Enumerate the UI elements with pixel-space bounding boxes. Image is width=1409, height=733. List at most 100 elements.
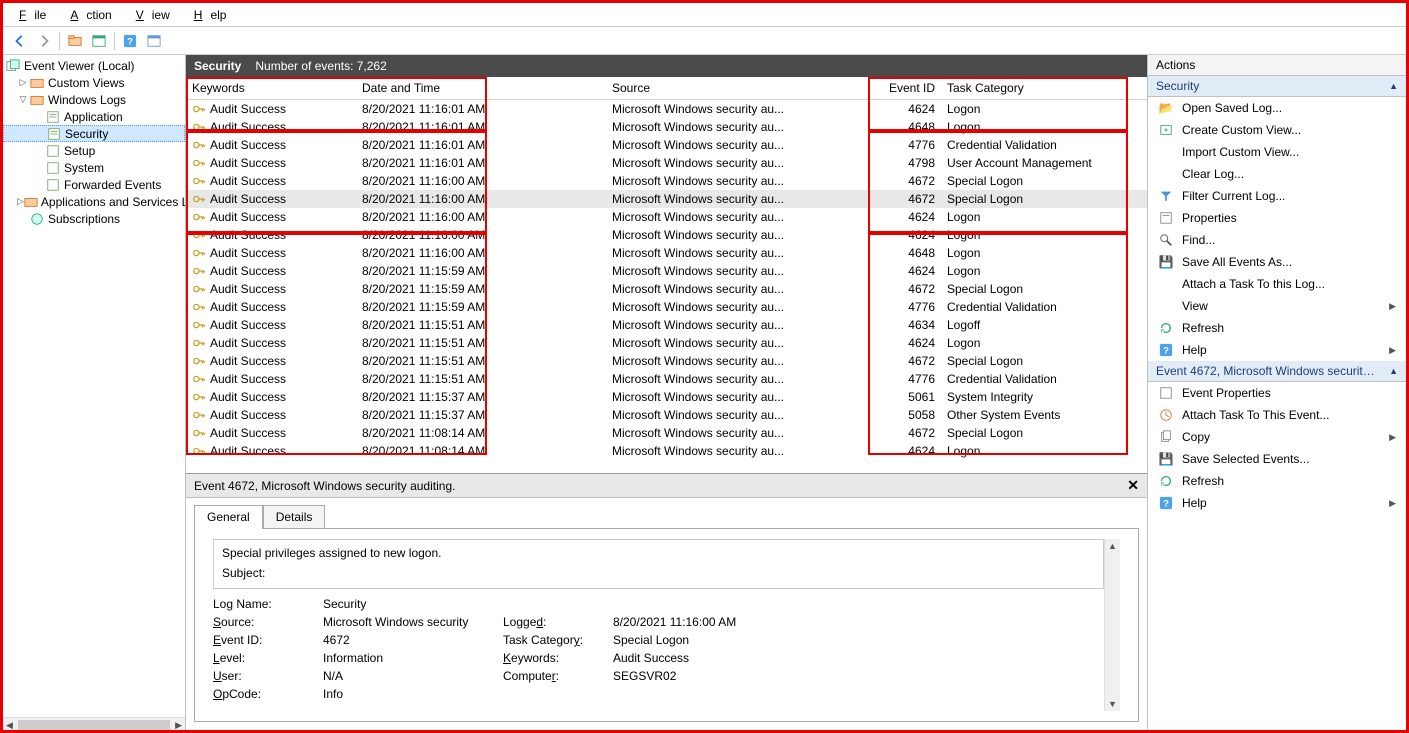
- table-row[interactable]: Audit Success8/20/2021 11:08:14 AMMicros…: [186, 442, 1147, 460]
- key-icon: [192, 120, 206, 134]
- nav-label: Subscriptions: [48, 212, 120, 226]
- cell-keywords: Audit Success: [210, 156, 286, 170]
- column-keywords[interactable]: Keywords: [186, 77, 356, 99]
- menu-action[interactable]: Action: [62, 6, 127, 24]
- action-refresh-2[interactable]: Refresh: [1148, 470, 1406, 492]
- folder-icon-button[interactable]: [64, 30, 86, 52]
- value: 8/20/2021 11:16:00 AM: [613, 615, 813, 629]
- submenu-icon: ▶: [1389, 498, 1396, 509]
- cell-source: Microsoft Windows security au...: [606, 440, 866, 462]
- cell-keywords: Audit Success: [210, 426, 286, 440]
- nav-subscriptions[interactable]: Subscriptions: [3, 210, 185, 227]
- log-icon: [46, 126, 62, 142]
- nav-label: Applications and Services Lo: [41, 195, 186, 209]
- action-copy[interactable]: Copy▶: [1148, 426, 1406, 448]
- menu-help[interactable]: Help: [186, 6, 243, 24]
- section-label: Security: [1156, 79, 1199, 93]
- label: OpCode:: [213, 687, 313, 701]
- nav-root[interactable]: Event Viewer (Local): [3, 57, 185, 74]
- close-icon[interactable]: ✕: [1127, 477, 1139, 494]
- actions-section-security[interactable]: Security▲: [1148, 76, 1406, 97]
- calendar-icon-button[interactable]: [88, 30, 110, 52]
- label: Computer:: [503, 669, 603, 683]
- tab-details[interactable]: Details: [263, 505, 326, 529]
- action-help-2[interactable]: ?Help▶: [1148, 492, 1406, 514]
- key-icon: [192, 102, 206, 116]
- tab-general[interactable]: General: [194, 505, 263, 529]
- action-attach-task-log[interactable]: Attach a Task To this Log...: [1148, 273, 1406, 295]
- menubar: File Action View Help: [3, 3, 1406, 27]
- detail-header: Event 4672, Microsoft Windows security a…: [186, 474, 1147, 498]
- event-list[interactable]: Keywords Date and Time Source Event ID T…: [186, 77, 1147, 473]
- cell-keywords: Audit Success: [210, 372, 286, 386]
- action-find[interactable]: Find...: [1148, 229, 1406, 251]
- expand-icon[interactable]: ▷: [17, 196, 24, 207]
- menu-view[interactable]: View: [128, 6, 186, 24]
- column-header-row: Keywords Date and Time Source Event ID T…: [186, 77, 1147, 100]
- forward-button[interactable]: [33, 30, 55, 52]
- find-icon: [1158, 232, 1174, 248]
- value: Info: [323, 687, 493, 701]
- nav-setup[interactable]: Setup: [3, 142, 185, 159]
- expand-icon[interactable]: ▷: [17, 77, 29, 88]
- column-eventid[interactable]: Event ID: [866, 77, 941, 99]
- action-event-properties[interactable]: Event Properties: [1148, 382, 1406, 404]
- label: User:: [213, 669, 313, 683]
- cell-taskcategory: Logon: [941, 440, 1147, 462]
- nav-system[interactable]: System: [3, 159, 185, 176]
- key-icon: [192, 210, 206, 224]
- action-attach-task-event[interactable]: Attach Task To This Event...: [1148, 404, 1406, 426]
- window-icon-button[interactable]: [143, 30, 165, 52]
- help-icon-button[interactable]: ?: [119, 30, 141, 52]
- log-icon: [45, 109, 61, 125]
- message-line: Subject:: [222, 566, 1095, 580]
- action-save-selected[interactable]: 💾Save Selected Events...: [1148, 448, 1406, 470]
- properties-icon: [1158, 210, 1174, 226]
- action-filter-log[interactable]: Filter Current Log...: [1148, 185, 1406, 207]
- nav-security[interactable]: Security: [3, 125, 185, 142]
- action-save-all[interactable]: 💾Save All Events As...: [1148, 251, 1406, 273]
- action-clear-log[interactable]: Clear Log...: [1148, 163, 1406, 185]
- label: Task Category:: [503, 633, 603, 647]
- nav-application[interactable]: Application: [3, 108, 185, 125]
- folder-icon: [29, 75, 45, 91]
- cell-keywords: Audit Success: [210, 192, 286, 206]
- back-button[interactable]: [9, 30, 31, 52]
- svg-text:?: ?: [1163, 346, 1169, 357]
- column-datetime[interactable]: Date and Time: [356, 77, 606, 99]
- subscriptions-icon: [29, 211, 45, 227]
- nav-label: Forwarded Events: [64, 178, 161, 192]
- submenu-icon: ▶: [1389, 345, 1396, 356]
- log-header: Security Number of events: 7,262: [186, 55, 1147, 77]
- key-icon: [192, 372, 206, 386]
- action-properties[interactable]: Properties: [1148, 207, 1406, 229]
- nav-custom-views[interactable]: ▷ Custom Views: [3, 74, 185, 91]
- navigation-tree[interactable]: Event Viewer (Local) ▷ Custom Views ▽ Wi…: [3, 55, 186, 730]
- column-source[interactable]: Source: [606, 77, 866, 99]
- detail-scrollbar[interactable]: ▲▼: [1104, 539, 1120, 711]
- message-line: Special privileges assigned to new logon…: [222, 546, 1095, 560]
- column-taskcategory[interactable]: Task Category: [941, 77, 1147, 99]
- cell-keywords: Audit Success: [210, 264, 286, 278]
- key-icon: [192, 192, 206, 206]
- actions-section-event[interactable]: Event 4672, Microsoft Windows security a…: [1148, 361, 1406, 382]
- action-open-saved-log[interactable]: 📂Open Saved Log...: [1148, 97, 1406, 119]
- menu-file[interactable]: File: [11, 6, 62, 24]
- nav-scrollbar[interactable]: ◀ ▶: [3, 717, 185, 730]
- event-properties-grid: Log Name:Security Source:Microsoft Windo…: [213, 597, 1104, 701]
- nav-apps-services[interactable]: ▷ Applications and Services Lo: [3, 193, 185, 210]
- action-refresh[interactable]: Refresh: [1148, 317, 1406, 339]
- action-import-custom-view[interactable]: Import Custom View...: [1148, 141, 1406, 163]
- nav-root-label: Event Viewer (Local): [24, 59, 135, 73]
- collapse-icon[interactable]: ▽: [17, 94, 29, 105]
- log-icon: [45, 160, 61, 176]
- action-help[interactable]: ?Help▶: [1148, 339, 1406, 361]
- nav-label: Windows Logs: [48, 93, 126, 107]
- label: Source:: [213, 615, 313, 629]
- nav-forwarded[interactable]: Forwarded Events: [3, 176, 185, 193]
- cell-keywords: Audit Success: [210, 246, 286, 260]
- nav-windows-logs[interactable]: ▽ Windows Logs: [3, 91, 185, 108]
- nav-label: Application: [64, 110, 123, 124]
- action-create-custom-view[interactable]: Create Custom View...: [1148, 119, 1406, 141]
- action-view[interactable]: View▶: [1148, 295, 1406, 317]
